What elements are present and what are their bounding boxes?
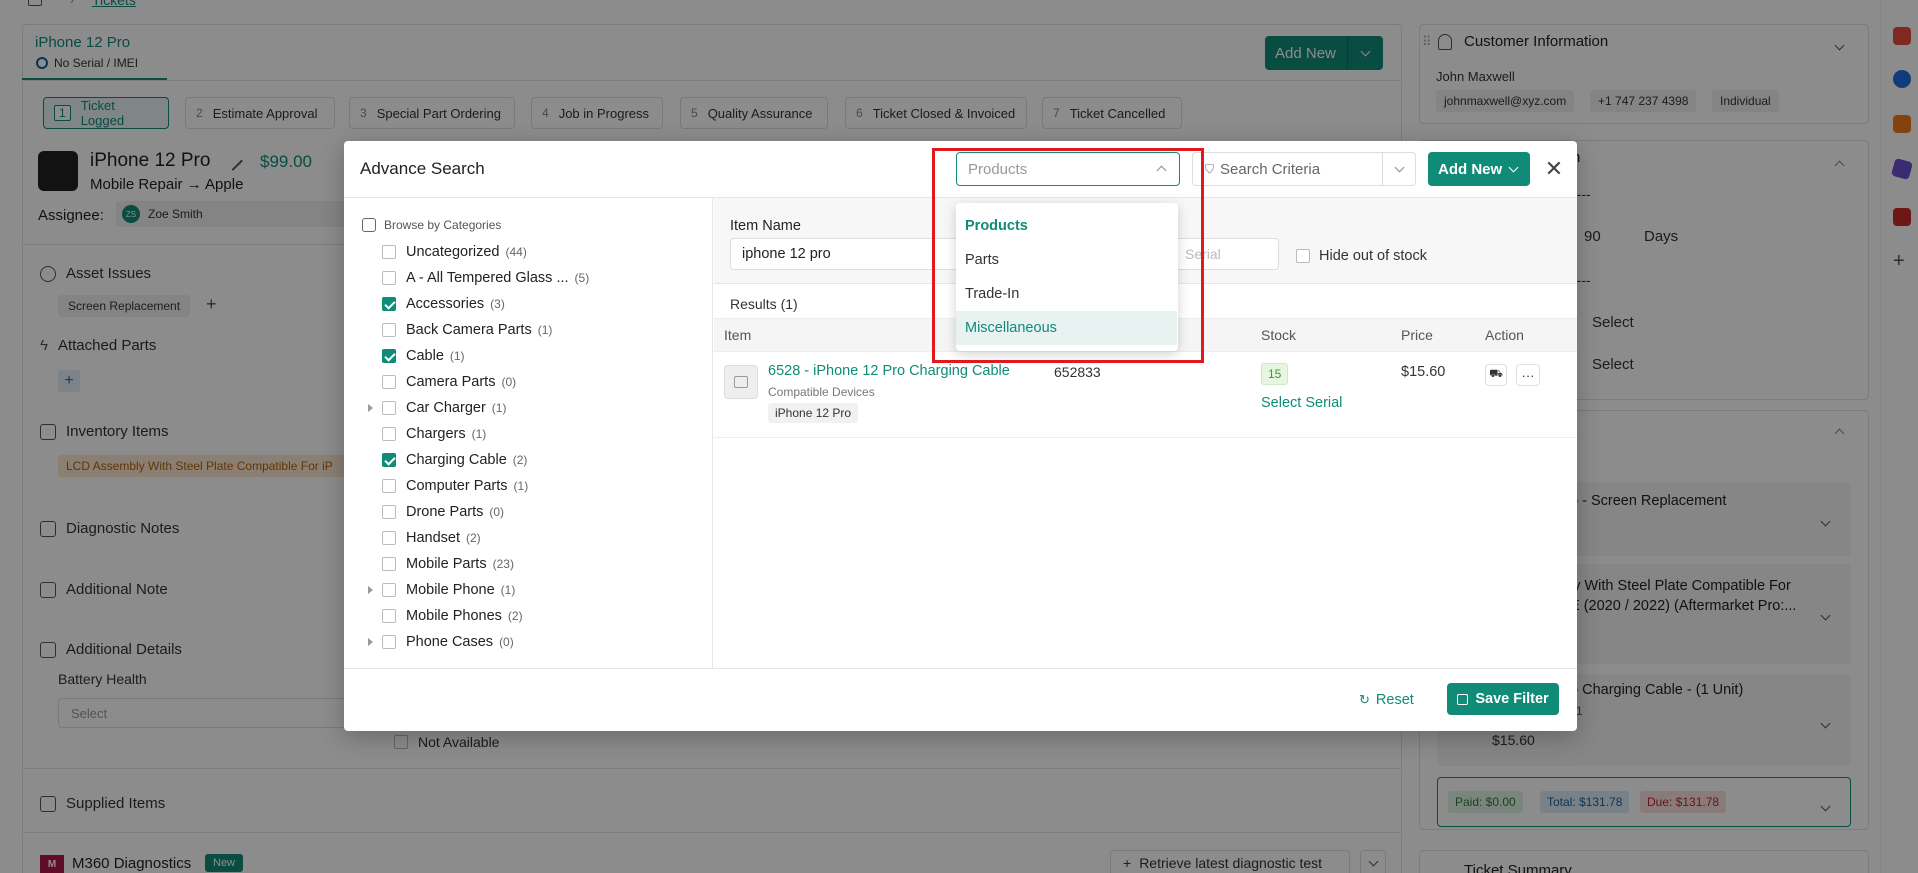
chevron-down-icon	[1508, 162, 1519, 172]
col-item: Item	[724, 327, 752, 343]
hide-out-of-stock-option[interactable]: Hide out of stock	[1296, 248, 1427, 264]
category-item[interactable]: Phone Cases (0)	[382, 632, 514, 652]
category-checkbox[interactable]	[382, 349, 396, 363]
category-item[interactable]: Chargers (1)	[382, 424, 486, 444]
category-checkbox[interactable]	[382, 557, 396, 571]
category-checkbox[interactable]	[382, 583, 396, 597]
category-item[interactable]: Mobile Phone (1)	[382, 580, 515, 600]
category-checkbox[interactable]	[382, 245, 396, 259]
category-list: Uncategorized (44) A - All Tempered Glass …	[344, 198, 713, 668]
category-checkbox[interactable]	[382, 427, 396, 441]
item-name-label: Item Name	[730, 218, 801, 234]
result-price: $15.60	[1401, 364, 1446, 380]
category-item[interactable]: Mobile Phones (2)	[382, 606, 523, 626]
more-options-icon[interactable]: ···	[1516, 364, 1540, 386]
filter-icon: ⛉	[1205, 161, 1215, 176]
hide-out-of-stock-checkbox[interactable]	[1296, 249, 1310, 263]
category-item[interactable]: Handset (2)	[382, 528, 481, 548]
categories-pane: Browse by Categories Uncategorized (44) A …	[344, 198, 713, 668]
category-item[interactable]: Accessories (3)	[382, 294, 505, 314]
save-icon	[1457, 693, 1469, 705]
result-sku: 652833	[1054, 364, 1101, 380]
select-serial-link[interactable]: Select Serial	[1261, 395, 1342, 411]
col-action: Action	[1485, 327, 1524, 343]
expand-caret-icon[interactable]	[368, 638, 373, 646]
highlight-box	[932, 148, 1204, 363]
reset-button[interactable]: ↻ Reset	[1359, 692, 1414, 708]
result-item-title[interactable]: 6528 - iPhone 12 Pro Charging Cable	[768, 363, 1010, 379]
refresh-icon: ↻	[1359, 692, 1370, 707]
item-name-input[interactable]: iphone 12 pro	[730, 238, 960, 270]
compatible-label: Compatible Devices	[768, 385, 875, 399]
category-item[interactable]: Computer Parts (1)	[382, 476, 528, 496]
category-item[interactable]: Camera Parts (0)	[382, 372, 516, 392]
search-criteria-select[interactable]: ⛉ Search Criteria	[1192, 152, 1416, 186]
category-item[interactable]: Mobile Parts (23)	[382, 554, 514, 574]
stock-badge: 15	[1261, 363, 1289, 385]
chevron-down-icon	[1394, 162, 1405, 173]
results-count: Results (1)	[730, 296, 798, 312]
col-price: Price	[1401, 327, 1433, 343]
compatible-device-tag: iPhone 12 Pro	[768, 403, 859, 423]
category-checkbox[interactable]	[382, 297, 396, 311]
modal-add-new-button[interactable]: Add New	[1428, 152, 1530, 186]
category-checkbox[interactable]	[382, 271, 396, 285]
category-item[interactable]: Back Camera Parts (1)	[382, 320, 552, 340]
category-checkbox[interactable]	[382, 505, 396, 519]
add-to-cart-icon[interactable]: ⛟	[1485, 364, 1507, 386]
category-item[interactable]: Charging Cable (2)	[382, 450, 527, 470]
category-item[interactable]: Drone Parts (0)	[382, 502, 504, 522]
category-checkbox[interactable]	[382, 531, 396, 545]
category-item[interactable]: A - All Tempered Glass ... (5)	[382, 268, 589, 288]
save-filter-button[interactable]: Save Filter	[1447, 683, 1559, 715]
category-checkbox[interactable]	[382, 375, 396, 389]
category-item[interactable]: Uncategorized (44)	[382, 242, 527, 262]
expand-caret-icon[interactable]	[368, 404, 373, 412]
category-item[interactable]: Car Charger (1)	[382, 398, 506, 418]
category-checkbox[interactable]	[382, 453, 396, 467]
image-placeholder-icon	[724, 365, 758, 399]
category-checkbox[interactable]	[382, 609, 396, 623]
close-icon[interactable]: ✕	[1542, 157, 1566, 181]
modal-title: Advance Search	[360, 159, 485, 178]
category-checkbox[interactable]	[382, 635, 396, 649]
category-item[interactable]: Cable (1)	[382, 346, 465, 366]
category-checkbox[interactable]	[382, 401, 396, 415]
advance-search-modal: Advance Search Products ⛉ Search Criteri…	[344, 141, 1577, 731]
expand-caret-icon[interactable]	[368, 586, 373, 594]
col-stock: Stock	[1261, 327, 1297, 343]
category-checkbox[interactable]	[382, 479, 396, 493]
category-checkbox[interactable]	[382, 323, 396, 337]
